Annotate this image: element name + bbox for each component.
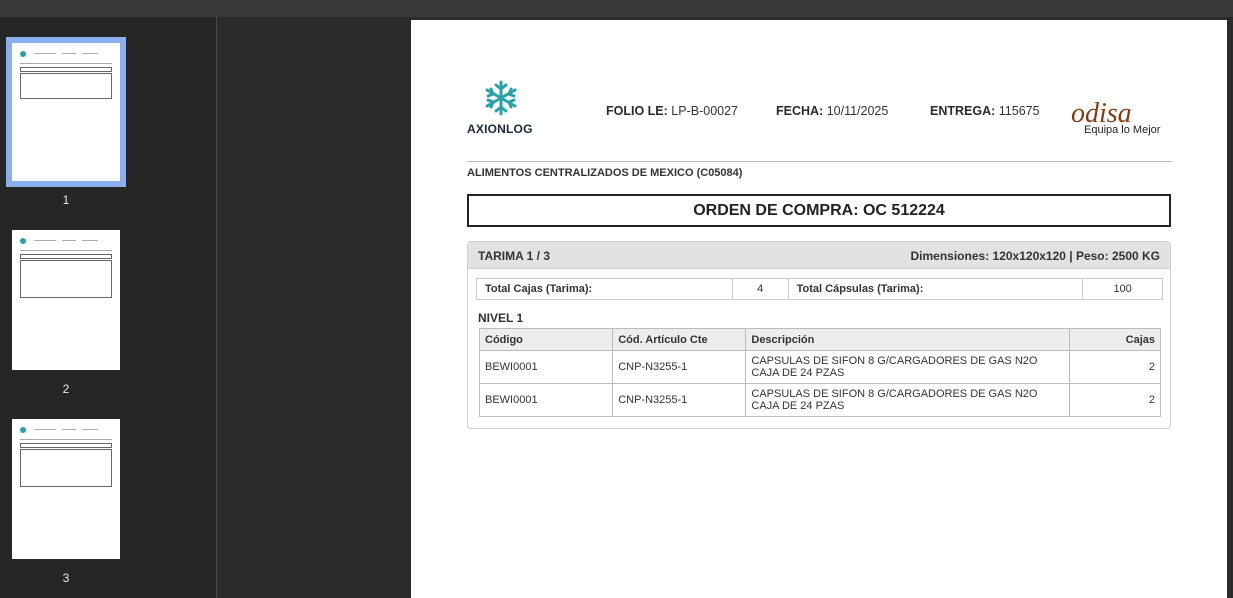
- viewer-toolbar: [0, 0, 1233, 17]
- table-row: BEWI0001 CNP-N3255-1 CAPSULAS DE SIFON 8…: [478, 383, 1162, 417]
- col-cajas: Cajas: [1068, 328, 1162, 351]
- page-thumbnail-3[interactable]: [12, 419, 120, 559]
- cell-codigo: BEWI0001: [478, 383, 614, 417]
- snowflake-logo-icon: [485, 80, 517, 116]
- thumbnail-label-1: 1: [62, 193, 70, 207]
- tarima-title: TARIMA 1 / 3: [478, 249, 551, 263]
- purchase-order-title: ORDEN DE COMPRA: OC 512224: [467, 194, 1171, 227]
- brand-right-tagline: Equipa lo Mejor: [1084, 124, 1161, 136]
- thumbnail-page-preview: [12, 230, 120, 370]
- cell-descripcion: CAPSULAS DE SIFON 8 G/CARGADORES DE GAS …: [745, 350, 1070, 384]
- header-divider: [467, 161, 1172, 162]
- tarima-header: TARIMA 1 / 3 Dimensiones: 120x120x120 | …: [468, 242, 1170, 269]
- total-cajas-label: Total Cajas (Tarima):: [476, 278, 733, 300]
- cell-cod-articulo: CNP-N3255-1: [612, 383, 747, 417]
- col-descripcion: Descripción: [745, 328, 1070, 351]
- total-cajas-value: 4: [731, 278, 789, 300]
- thumbnail-sidebar[interactable]: 1 2 3: [0, 17, 217, 598]
- tarima-dimensions: Dimensiones: 120x120x120 | Peso: 2500 KG: [910, 249, 1161, 263]
- total-capsulas-label: Total Cápsulas (Tarima):: [787, 278, 1084, 300]
- col-cod-articulo: Cód. Artículo Cte: [612, 328, 747, 351]
- page-thumbnail-1[interactable]: [6, 37, 126, 187]
- table-row: BEWI0001 CNP-N3255-1 CAPSULAS DE SIFON 8…: [478, 350, 1162, 384]
- cell-cajas: 2: [1068, 350, 1162, 384]
- document-viewport[interactable]: AXIONLOG FOLIO LE: LP-B-00027 FECHA: 10/…: [217, 17, 1233, 598]
- items-header-row: Código Cód. Artículo Cte Descripción Caj…: [478, 328, 1162, 351]
- cell-descripcion: CAPSULAS DE SIFON 8 G/CARGADORES DE GAS …: [745, 383, 1070, 417]
- entrega-field: ENTREGA: 115675: [930, 104, 1040, 118]
- document-page: AXIONLOG FOLIO LE: LP-B-00027 FECHA: 10/…: [411, 20, 1227, 598]
- thumbnail-page-preview: [12, 419, 120, 559]
- fecha-label: FECHA:: [776, 104, 824, 118]
- cell-cod-articulo: CNP-N3255-1: [612, 350, 747, 384]
- nivel-title: NIVEL 1: [478, 311, 524, 325]
- folio-field: FOLIO LE: LP-B-00027: [606, 104, 738, 118]
- thumbnail-label-2: 2: [62, 382, 70, 396]
- entrega-label: ENTREGA:: [930, 104, 996, 118]
- thumbnail-label-3: 3: [62, 571, 70, 585]
- total-capsulas-value: 100: [1082, 278, 1163, 300]
- thumbnail-page-preview: [12, 43, 120, 181]
- page-thumbnail-2[interactable]: [12, 230, 120, 370]
- cell-codigo: BEWI0001: [478, 350, 614, 384]
- folio-value: LP-B-00027: [671, 104, 739, 118]
- tarima-totals-table: Total Cajas (Tarima): 4 Total Cápsulas (…: [476, 278, 1163, 300]
- tarima-panel: TARIMA 1 / 3 Dimensiones: 120x120x120 | …: [467, 241, 1171, 429]
- col-codigo: Código: [478, 328, 614, 351]
- cell-cajas: 2: [1068, 383, 1162, 417]
- client-name: ALIMENTOS CENTRALIZADOS DE MEXICO (C0508…: [467, 167, 743, 179]
- brand-left-name: AXIONLOG: [467, 122, 533, 136]
- entrega-value: 115675: [998, 104, 1040, 118]
- fecha-field: FECHA: 10/11/2025: [776, 104, 888, 118]
- fecha-value: 10/11/2025: [826, 104, 889, 118]
- items-table: Código Cód. Artículo Cte Descripción Caj…: [478, 328, 1162, 417]
- folio-label: FOLIO LE:: [606, 104, 668, 118]
